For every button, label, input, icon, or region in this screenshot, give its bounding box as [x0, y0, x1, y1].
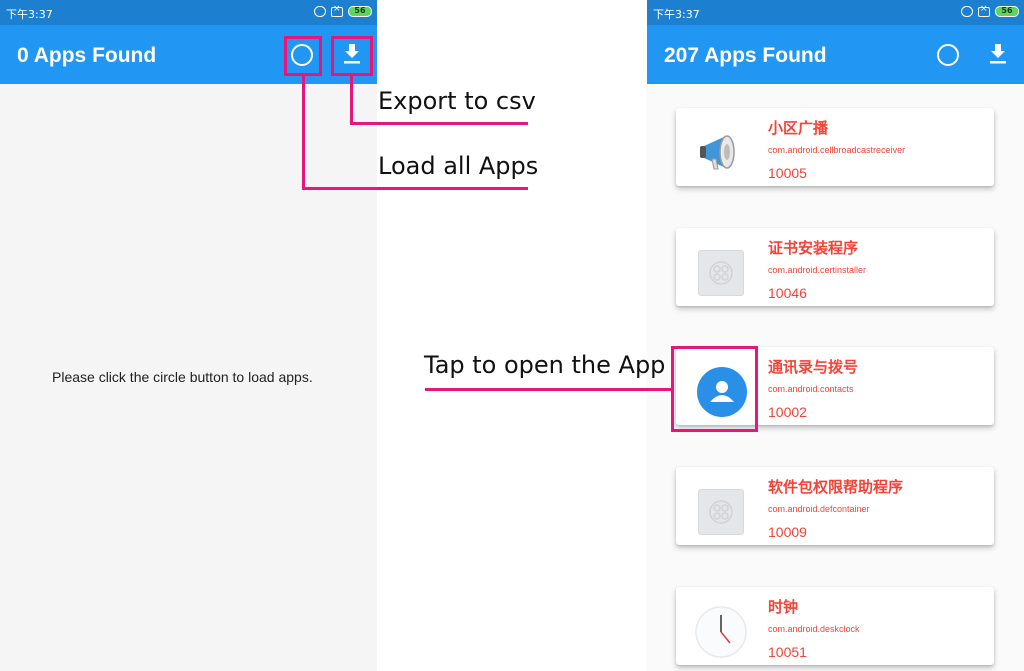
load-annotation: Load all Apps — [378, 152, 539, 180]
app-name: 时钟 — [768, 598, 799, 616]
default-app-icon[interactable] — [698, 489, 744, 535]
export-annotation: Export to csv — [378, 87, 536, 115]
left-phone-screen: 下午3:37 56 0 Apps Found Please click the … — [0, 0, 377, 671]
app-card[interactable]: 小区广播 com.android.cellbroadcastreceiver 1… — [676, 108, 994, 186]
page-title: 207 Apps Found — [664, 44, 827, 67]
app-name: 软件包权限帮助程序 — [768, 478, 904, 496]
clock-icon[interactable] — [694, 605, 748, 659]
megaphone-icon[interactable] — [698, 130, 744, 176]
app-package: com.android.certinstaller — [768, 265, 867, 275]
tap-callout-line — [425, 388, 672, 391]
app-icon-highlight — [671, 346, 758, 432]
tap-annotation: Tap to open the App — [424, 351, 666, 379]
load-callout-line — [302, 187, 528, 190]
app-uid: 10009 — [768, 524, 807, 540]
load-apps-button[interactable] — [937, 44, 959, 66]
sim-off-icon — [331, 4, 343, 17]
app-package: com.android.contacts — [768, 384, 854, 394]
app-package: com.android.deskclock — [768, 624, 860, 634]
empty-state-message: Please click the circle button to load a… — [52, 369, 313, 385]
app-card[interactable]: 软件包权限帮助程序 com.android.defcontainer 10009 — [676, 467, 994, 545]
app-uid: 10051 — [768, 644, 807, 660]
export-callout-line — [350, 122, 528, 125]
export-callout-line — [350, 76, 353, 125]
app-name: 证书安装程序 — [768, 239, 859, 257]
battery-icon: 56 — [995, 6, 1019, 17]
app-package: com.android.cellbroadcastreceiver — [768, 145, 906, 155]
load-button-highlight — [284, 36, 322, 76]
app-name: 小区广播 — [768, 119, 829, 137]
app-uid: 10046 — [768, 285, 807, 301]
alarm-icon — [314, 6, 326, 17]
app-name: 通讯录与拨号 — [768, 358, 859, 376]
tutorial-canvas: 下午3:37 56 0 Apps Found Please click the … — [0, 0, 1024, 671]
status-time: 下午3:37 — [6, 8, 53, 21]
load-callout-line — [302, 76, 305, 190]
app-uid: 10005 — [768, 165, 807, 181]
app-bar: 207 Apps Found — [647, 25, 1024, 84]
battery-icon: 56 — [348, 6, 372, 17]
export-csv-button[interactable] — [988, 42, 1008, 66]
system-icons: 56 — [314, 4, 372, 17]
status-time: 下午3:37 — [653, 8, 700, 21]
app-package: com.android.defcontainer — [768, 504, 870, 514]
right-phone-screen: 下午3:37 56 207 Apps Found — [647, 0, 1024, 671]
export-button-highlight — [331, 36, 373, 76]
app-uid: 10002 — [768, 404, 807, 420]
page-title: 0 Apps Found — [17, 44, 157, 67]
app-card[interactable]: 证书安装程序 com.android.certinstaller 10046 — [676, 228, 994, 306]
status-bar: 下午3:37 56 — [0, 0, 377, 25]
system-icons: 56 — [961, 4, 1019, 17]
app-card[interactable]: 时钟 com.android.deskclock 10051 — [676, 587, 994, 665]
alarm-icon — [961, 6, 973, 17]
sim-off-icon — [978, 4, 990, 17]
default-app-icon[interactable] — [698, 250, 744, 296]
status-bar: 下午3:37 56 — [647, 0, 1024, 25]
